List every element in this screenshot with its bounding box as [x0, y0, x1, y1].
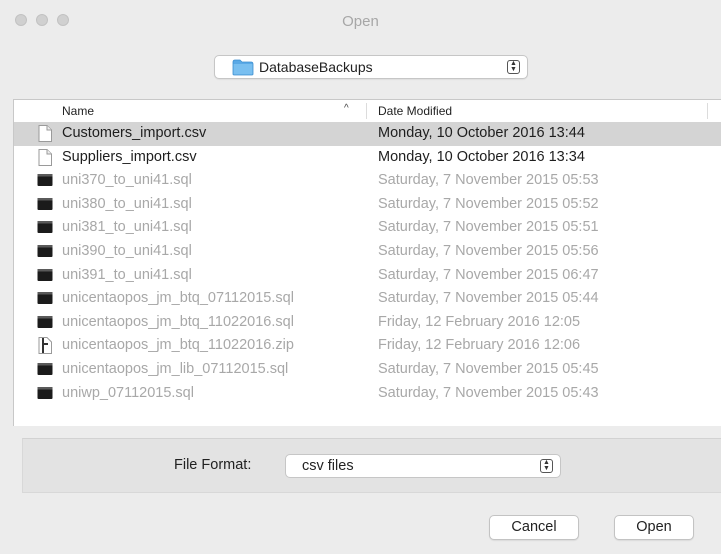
terminal-file-icon [37, 385, 53, 402]
file-date-modified: Friday, 12 February 2016 12:06 [378, 337, 581, 354]
file-name: unicentaopos_jm_btq_11022016.sql [62, 313, 294, 330]
terminal-file-icon [37, 314, 53, 331]
file-date-modified: Saturday, 7 November 2015 05:44 [378, 290, 599, 307]
file-name: uniwp_07112015.sql [62, 384, 194, 401]
location-folder-label: DatabaseBackups [259, 59, 373, 75]
file-date-modified: Saturday, 7 November 2015 05:52 [378, 195, 599, 212]
terminal-file-icon [37, 196, 53, 213]
file-list-header: Name ^ Date Modified [14, 100, 721, 123]
terminal-file-icon [37, 219, 53, 236]
terminal-file-icon [37, 290, 53, 307]
file-format-dropdown[interactable]: csv files ▲ ▼ [285, 454, 561, 478]
file-date-modified: Saturday, 7 November 2015 05:56 [378, 242, 599, 259]
file-date-modified: Saturday, 7 November 2015 06:47 [378, 266, 599, 283]
folder-icon [232, 59, 254, 76]
file-row[interactable]: uniwp_07112015.sql Saturday, 7 November 2… [14, 382, 721, 406]
file-date-modified: Saturday, 7 November 2015 05:53 [378, 172, 599, 189]
file-name: uni381_to_uni41.sql [62, 219, 192, 236]
document-icon [37, 148, 53, 166]
file-name: Suppliers_import.csv [62, 148, 197, 165]
file-row[interactable]: unicentaopos_jm_btq_11022016.zip Friday, … [14, 334, 721, 358]
file-row[interactable]: unicentaopos_jm_btq_11022016.sql Friday, … [14, 311, 721, 335]
cancel-button[interactable]: Cancel [489, 515, 579, 540]
column-divider[interactable] [366, 103, 367, 119]
file-date-modified: Monday, 10 October 2016 13:34 [378, 148, 585, 165]
file-name: unicentaopos_jm_btq_11022016.zip [62, 337, 294, 354]
file-format-label: File Format: [174, 457, 252, 473]
file-name: unicentaopos_jm_btq_07112015.sql [62, 290, 294, 307]
file-date-modified: Saturday, 7 November 2015 05:51 [378, 219, 599, 236]
file-row[interactable]: uni391_to_uni41.sql Saturday, 7 November … [14, 264, 721, 288]
chevron-updown-icon: ▲ ▼ [540, 459, 553, 473]
document-icon [37, 125, 53, 142]
file-row[interactable]: Customers_import.csv Monday, 10 October 2… [14, 122, 721, 146]
column-divider[interactable] [707, 103, 708, 119]
file-row[interactable]: uni370_to_uni41.sql Saturday, 7 November … [14, 169, 721, 193]
archive-icon [37, 337, 53, 355]
file-date-modified: Friday, 12 February 2016 12:05 [378, 313, 581, 330]
sort-ascending-icon: ^ [344, 103, 349, 114]
file-date-modified: Saturday, 7 November 2015 05:43 [378, 384, 599, 401]
file-row[interactable]: unicentaopos_jm_lib_07112015.sql Saturday… [14, 358, 721, 382]
file-name: uni380_to_uni41.sql [62, 195, 192, 212]
open-button[interactable]: Open [614, 515, 694, 540]
terminal-file-icon [37, 243, 53, 260]
file-format-panel: File Format: csv files ▲ ▼ [22, 438, 721, 493]
file-row[interactable]: Suppliers_import.csv Monday, 10 October 2… [14, 146, 721, 170]
column-header-name[interactable]: Name [62, 104, 94, 118]
file-rows: Customers_import.csv Monday, 10 October 2… [14, 122, 721, 405]
file-name: Customers_import.csv [62, 125, 207, 141]
file-name: uni390_to_uni41.sql [62, 242, 192, 259]
chevron-updown-icon: ▲ ▼ [507, 60, 520, 74]
terminal-file-icon [37, 361, 53, 378]
file-row[interactable]: uni390_to_uni41.sql Saturday, 7 November … [14, 240, 721, 264]
terminal-file-icon [37, 172, 53, 189]
file-date-modified: Saturday, 7 November 2015 05:45 [378, 360, 599, 377]
file-name: uni370_to_uni41.sql [62, 172, 192, 189]
file-list[interactable]: Name ^ Date Modified Customers_import.cs… [13, 99, 721, 426]
file-name: uni391_to_uni41.sql [62, 266, 192, 283]
window-title: Open [342, 13, 379, 30]
file-row[interactable]: uni380_to_uni41.sql Saturday, 7 November … [14, 193, 721, 217]
column-header-date-modified[interactable]: Date Modified [378, 104, 452, 118]
location-dropdown[interactable]: DatabaseBackups ▲ ▼ [214, 55, 528, 79]
file-format-value: csv files [302, 458, 354, 474]
open-dialog: Open DatabaseBackups ▲ ▼ Name ^ Date Modi… [0, 0, 721, 554]
file-date-modified: Monday, 10 October 2016 13:44 [378, 125, 585, 141]
file-row[interactable]: uni381_to_uni41.sql Saturday, 7 November … [14, 216, 721, 240]
file-row[interactable]: unicentaopos_jm_btq_07112015.sql Saturday… [14, 287, 721, 311]
terminal-file-icon [37, 267, 53, 284]
file-name: unicentaopos_jm_lib_07112015.sql [62, 360, 289, 377]
title-bar: Open [0, 0, 721, 42]
